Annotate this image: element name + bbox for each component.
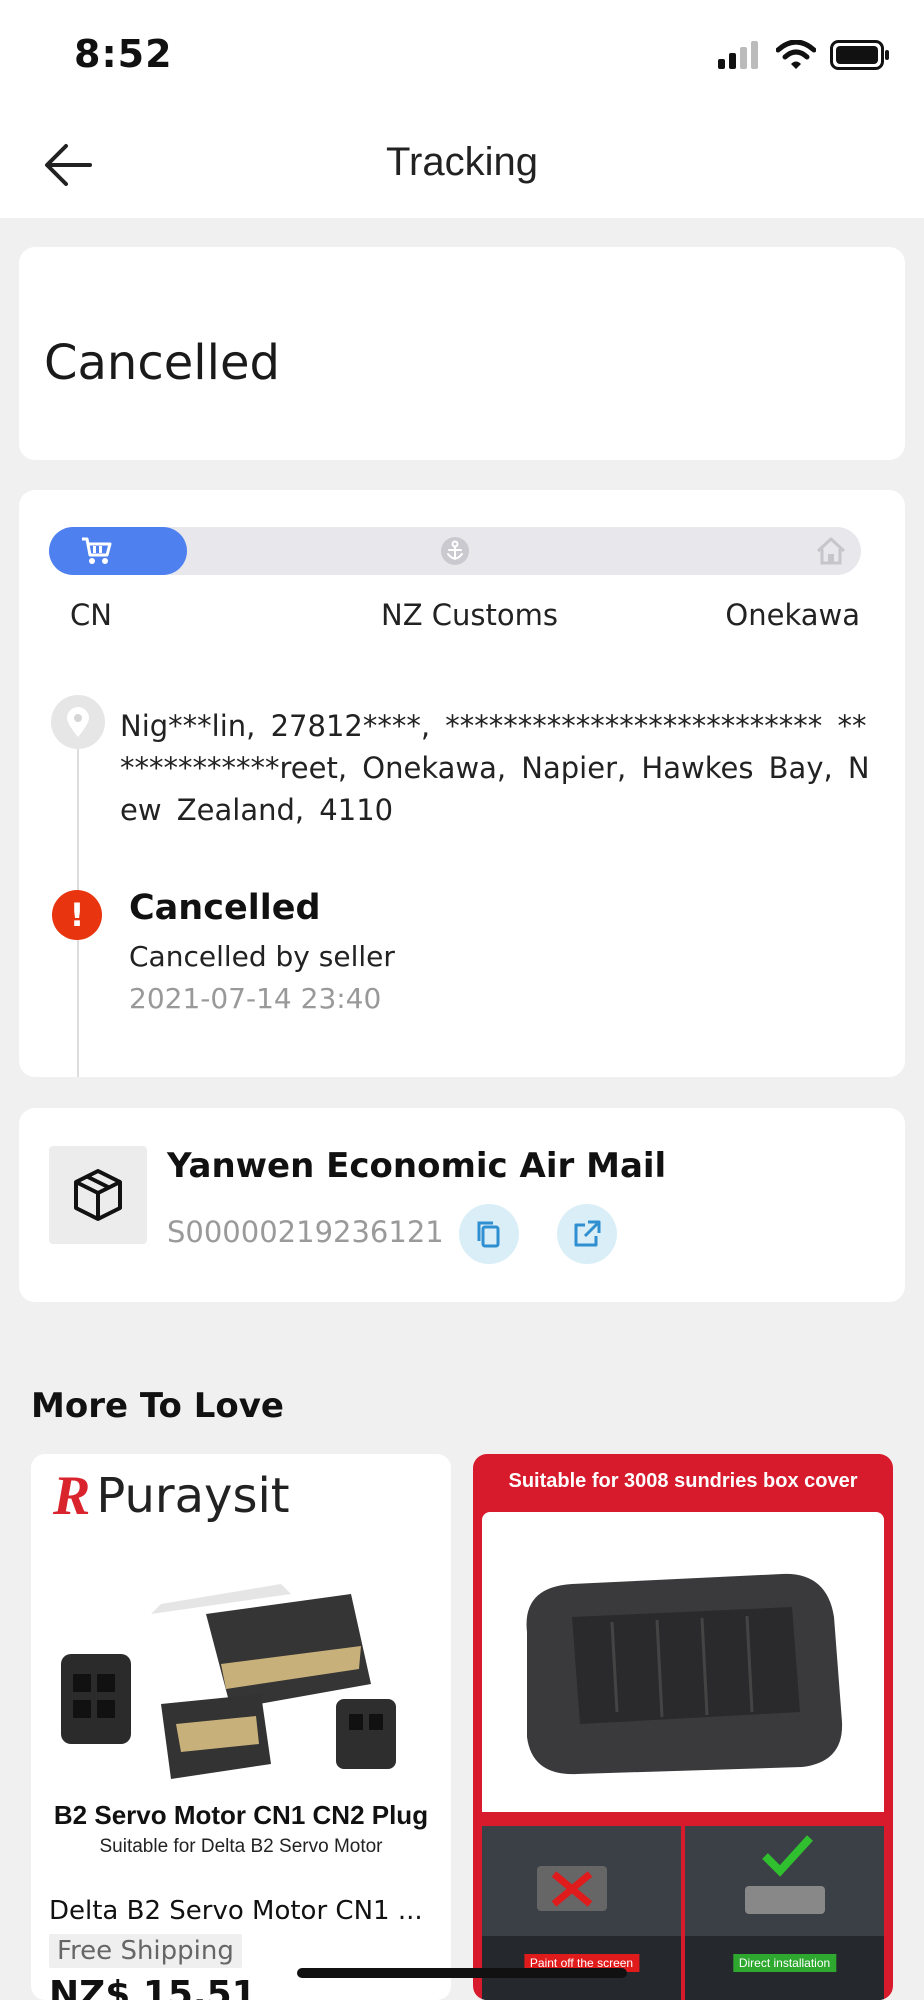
battery-icon (830, 40, 889, 70)
signal-icon (718, 41, 758, 69)
more-to-love-title: More To Love (31, 1386, 284, 1426)
free-shipping-badge: Free Shipping (49, 1934, 242, 1968)
product-subcaption: Suitable for Delta B2 Servo Motor (99, 1836, 383, 1857)
route-labels: CN NZ Customs Onekawa (19, 598, 905, 638)
product-title: Delta B2 Servo Motor CN1 ... (49, 1896, 423, 1926)
anchor-icon (439, 535, 471, 567)
delivery-address: Nig***lin, 27812****, ******************… (120, 709, 870, 827)
product-price: NZ$ 15.51 (49, 1974, 257, 2000)
product-image (61, 1584, 396, 1779)
order-status-text: Cancelled (44, 335, 280, 391)
product-tag: Direct installation (732, 1954, 837, 1972)
cart-icon (81, 535, 113, 567)
open-tracking-link-button[interactable] (557, 1204, 617, 1264)
status-icons (718, 40, 890, 70)
route-progress-bar (49, 527, 861, 575)
event-timestamp: 2021-07-14 23:40 (129, 982, 382, 1015)
location-pin-icon (51, 695, 105, 749)
product-card[interactable]: R Puraysit B2 Servo Motor CN1 CN2 Plug S… (31, 1454, 451, 2000)
product-image (482, 1512, 884, 1812)
copy-icon (477, 1221, 500, 1248)
route-origin: CN (70, 598, 112, 632)
home-indicator (297, 1968, 627, 1978)
alert-icon: ! (52, 890, 102, 940)
copy-tracking-button[interactable] (459, 1204, 519, 1264)
product-brand: R Puraysit (53, 1464, 290, 1528)
status-bar: 8:52 (0, 0, 924, 110)
product-thumbnail: Direct installation (685, 1826, 884, 2000)
home-icon (815, 535, 847, 567)
brand-logo: R (53, 1465, 91, 1527)
package-icon (49, 1146, 147, 1244)
route-progress-fill (49, 527, 188, 575)
page-title: Tracking (386, 140, 538, 184)
event-title: Cancelled (129, 888, 321, 928)
route-customs: NZ Customs (381, 598, 558, 632)
wifi-icon (776, 40, 816, 69)
nav-bar: Tracking (0, 110, 924, 218)
brand-name: Puraysit (96, 1468, 290, 1524)
product-caption: B2 Servo Motor CN1 CN2 Plug (53, 1800, 429, 1830)
event-description: Cancelled by seller (129, 940, 395, 973)
order-status-card: Cancelled (19, 247, 905, 460)
carrier-card: Yanwen Economic Air Mail S00000219236121 (19, 1108, 905, 1302)
carrier-name: Yanwen Economic Air Mail (167, 1146, 667, 1186)
status-time: 8:52 (74, 32, 173, 76)
product-banner-text: Suitable for 3008 sundries box cover (508, 1470, 858, 1492)
route-destination: Onekawa (725, 598, 860, 632)
tracking-route-card: CN NZ Customs Onekawa Nig***lin, 27812**… (19, 490, 905, 1077)
tracking-number: S00000219236121 (167, 1215, 444, 1249)
external-link-icon (574, 1220, 601, 1247)
product-card[interactable]: Suitable for 3008 sundries box cover Pai… (473, 1454, 893, 2000)
